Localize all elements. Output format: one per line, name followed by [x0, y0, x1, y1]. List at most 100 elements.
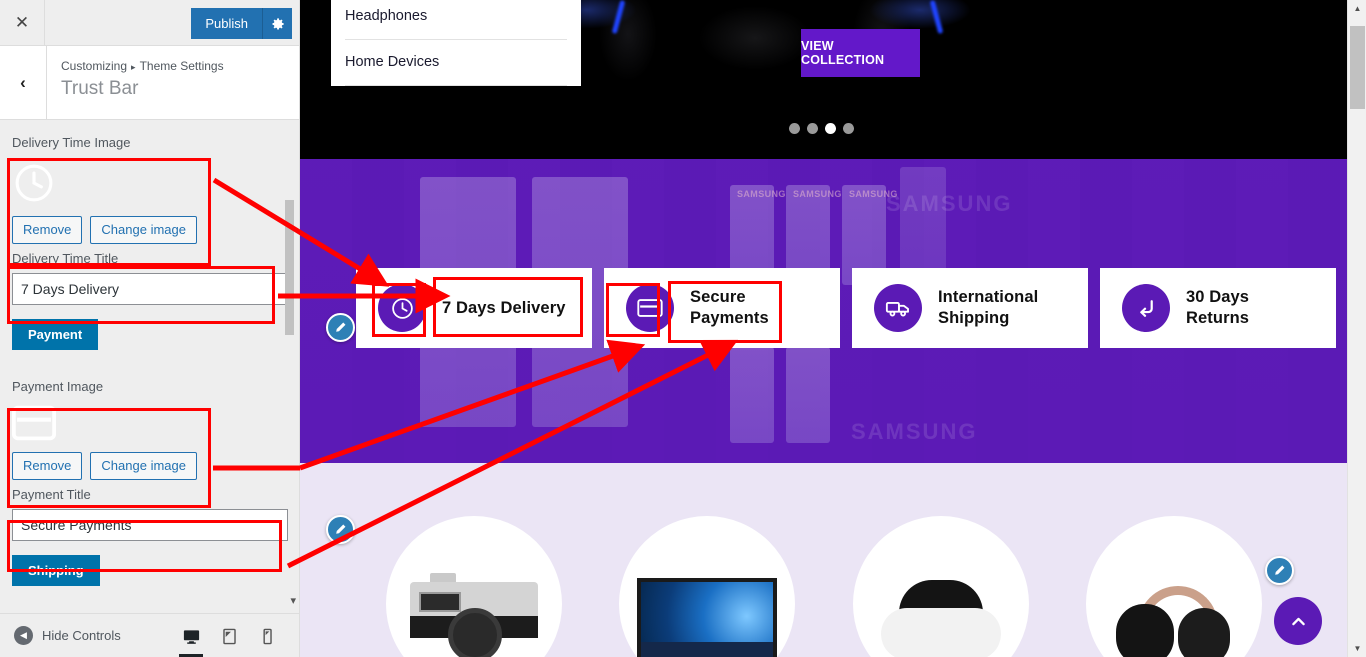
hide-controls-button[interactable]: ◀ Hide Controls: [0, 626, 121, 645]
carousel-dot-2[interactable]: [807, 123, 818, 134]
category-laptop[interactable]: [619, 516, 795, 657]
delivery-time-title-input[interactable]: [12, 273, 288, 305]
payment-change-image-button[interactable]: Change image: [90, 452, 197, 480]
mobile-preview-button[interactable]: [248, 614, 286, 657]
controls-pane[interactable]: Delivery Time Image Remove Change image …: [0, 120, 299, 613]
payment-remove-button[interactable]: Remove: [12, 452, 83, 480]
headphones-cup-right-art: [1178, 608, 1230, 657]
breadcrumb-root[interactable]: Customizing: [61, 59, 127, 73]
payment-image-label: Payment Image: [12, 379, 104, 394]
screen: ✕ Publish ‹ Customizing ▸ Theme Settings: [0, 0, 1366, 657]
clock-icon: [15, 164, 53, 202]
carousel-dots: [789, 123, 854, 134]
category-camera[interactable]: [386, 516, 562, 657]
delivery-time-image-label: Delivery Time Image: [12, 135, 131, 150]
shipping-line-1: International: [938, 288, 1039, 306]
gear-icon-svg: [272, 17, 284, 30]
device-preview-buttons: [172, 614, 286, 657]
sidebar-scroll-down-icon[interactable]: ▾: [290, 594, 296, 607]
trust-card-delivery-label: 7 Days Delivery: [442, 298, 566, 317]
category-headphones[interactable]: [1086, 516, 1262, 657]
bg-memcard-4: [730, 347, 774, 443]
edit-footer-pencil-icon[interactable]: [1265, 556, 1294, 585]
delivery-change-image-button[interactable]: Change image: [90, 216, 197, 244]
customizer-header: ✕ Publish: [0, 0, 299, 46]
carousel-dot-3[interactable]: [825, 123, 836, 134]
breadcrumb-parent[interactable]: Theme Settings: [140, 59, 224, 73]
close-customizer-button[interactable]: ✕: [0, 0, 45, 45]
payments-line-1: Secure: [690, 288, 746, 306]
customizer-sidebar: ✕ Publish ‹ Customizing ▸ Theme Settings: [0, 0, 300, 657]
clock-icon-svg: [391, 297, 413, 319]
trust-card-payments-label: Secure Payments: [690, 287, 769, 329]
delivery-image-thumbnail: [12, 157, 288, 216]
laptop-taskbar-art: [641, 642, 773, 657]
camera-viewfinder-art: [419, 592, 461, 612]
customizer-footer: ◀ Hide Controls: [0, 613, 299, 657]
desktop-icon: [183, 629, 199, 644]
tablet-icon: [222, 628, 236, 644]
panel-titles: Customizing ▸ Theme Settings Trust Bar: [47, 46, 224, 119]
panel-header: ‹ Customizing ▸ Theme Settings Trust Bar: [0, 46, 299, 120]
samsung-watermark-top: SAMSUNG: [886, 191, 1013, 216]
delivery-remove-button[interactable]: Remove: [12, 216, 83, 244]
desktop-preview-button[interactable]: [172, 614, 210, 657]
close-icon: ✕: [14, 12, 30, 32]
chevron-left-icon: ‹: [20, 72, 26, 92]
tablet-preview-button[interactable]: [210, 614, 248, 657]
returns-line-1: 30 Days: [1186, 288, 1250, 306]
trust-card-shipping-label: International Shipping: [938, 287, 1038, 329]
category-dropdown-menu[interactable]: Gaming Consoles Headphones Home Devices: [331, 0, 581, 86]
return-arrow-icon-svg: [1139, 299, 1153, 317]
truck-icon-svg: [885, 301, 909, 317]
carousel-dot-4[interactable]: [843, 123, 854, 134]
payment-image-thumbnail: [12, 401, 288, 452]
trust-card-delivery[interactable]: 7 Days Delivery: [356, 268, 592, 348]
view-collection-button[interactable]: VIEW COLLECTION: [801, 29, 920, 77]
sidebar-scrollbar-thumb[interactable]: [285, 200, 294, 335]
delivery-time-image-control: Remove Change image: [12, 157, 288, 244]
trust-card-returns[interactable]: 30 Days Returns: [1100, 268, 1336, 348]
menu-item-headphones[interactable]: Headphones: [345, 0, 567, 40]
trust-card-shipping[interactable]: International Shipping: [852, 268, 1088, 348]
edit-categories-pencil-icon[interactable]: [326, 515, 355, 544]
browser-scrollbar[interactable]: ▲ ▼: [1347, 0, 1366, 657]
delivery-image-buttons: Remove Change image: [12, 216, 288, 244]
scrollbar-thumb[interactable]: [1350, 26, 1365, 109]
menu-item-home-devices[interactable]: Home Devices: [345, 40, 567, 86]
bg-phone: [900, 167, 946, 279]
shipping-line-2: Shipping: [938, 309, 1010, 327]
breadcrumb-separator-icon: ▸: [131, 62, 136, 72]
trust-card-returns-label: 30 Days Returns: [1186, 287, 1249, 329]
truck-icon: [874, 284, 922, 332]
return-arrow-icon: [1122, 284, 1170, 332]
scrollbar-up-arrow-icon[interactable]: ▲: [1348, 0, 1366, 17]
headphones-cup-left-art: [1116, 604, 1174, 657]
category-vr-headset[interactable]: [853, 516, 1029, 657]
category-section: [300, 463, 1347, 657]
scroll-to-top-button[interactable]: [1274, 597, 1322, 645]
hero-banner: VIEW COLLECTION Gaming Consoles Headphon…: [300, 0, 1347, 159]
trust-card-payments[interactable]: Secure Payments: [604, 268, 840, 348]
back-button[interactable]: ‹: [0, 46, 47, 119]
credit-card-icon: [12, 405, 57, 441]
delivery-time-title-label: Delivery Time Title: [12, 251, 119, 266]
trust-cards-row: 7 Days Delivery Secure Payments Internat…: [356, 268, 1336, 348]
edit-trust-bar-pencil-icon[interactable]: [326, 313, 355, 342]
carousel-dot-1[interactable]: [789, 123, 800, 134]
shipping-section-button[interactable]: Shipping: [12, 555, 100, 586]
vr-band-art: [881, 608, 1001, 657]
gear-icon[interactable]: [262, 8, 292, 39]
payment-image-control: Remove Change image: [12, 401, 288, 480]
scrollbar-down-arrow-icon[interactable]: ▼: [1348, 640, 1366, 657]
payment-title-input[interactable]: [12, 509, 288, 541]
breadcrumb: Customizing ▸ Theme Settings: [61, 58, 224, 76]
publish-button[interactable]: Publish: [191, 8, 262, 39]
page-title: Trust Bar: [61, 78, 139, 99]
samsung-watermark-bottom: SAMSUNG: [851, 419, 978, 444]
credit-card-icon: [626, 284, 674, 332]
payment-section-button[interactable]: Payment: [12, 319, 99, 350]
credit-card-icon-svg: [637, 299, 663, 317]
mobile-icon: [262, 628, 272, 644]
collapse-icon: ◀: [14, 626, 33, 645]
